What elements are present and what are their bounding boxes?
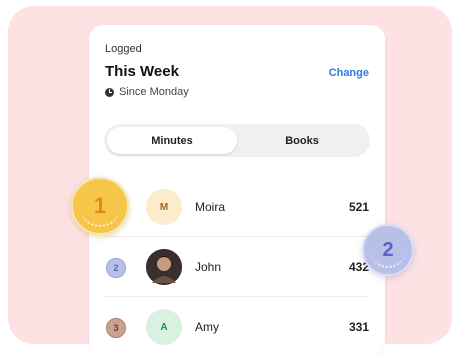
- clock-icon: [105, 87, 114, 97]
- metric-segmented-control: Minutes Books: [104, 124, 370, 157]
- avatar: A: [146, 309, 182, 345]
- gold-medal-icon: 1: [71, 177, 129, 235]
- leaderboard-row[interactable]: 3 A Amy 331: [89, 297, 385, 355]
- leaderboard-card: Logged This Week Change Since Monday Min…: [89, 25, 385, 355]
- user-name: Moira: [195, 200, 226, 214]
- user-score: 521: [348, 200, 369, 214]
- since-label: Since Monday: [105, 86, 189, 98]
- section-kicker: Logged: [105, 43, 142, 55]
- change-button[interactable]: Change: [329, 67, 369, 79]
- user-name: Amy: [195, 320, 219, 334]
- rank-badge: 2: [106, 258, 126, 278]
- tab-books[interactable]: Books: [237, 127, 367, 154]
- user-name: John: [195, 260, 222, 274]
- leaderboard-row[interactable]: 2 John 432: [89, 237, 385, 297]
- avatar-photo: [146, 249, 182, 285]
- tab-minutes[interactable]: Minutes: [107, 127, 237, 154]
- person-photo-icon: [146, 249, 182, 285]
- medal-dots: [79, 185, 121, 227]
- since-text: Since Monday: [119, 86, 189, 98]
- leaderboard-row[interactable]: M Moira 521: [89, 177, 385, 237]
- silver-medal-icon: 2: [362, 224, 414, 276]
- avatar: M: [146, 189, 182, 225]
- rank-badge: 3: [106, 318, 126, 338]
- medal-dots: [370, 232, 406, 268]
- page-title: This Week: [105, 63, 179, 80]
- user-score: 331: [348, 320, 369, 334]
